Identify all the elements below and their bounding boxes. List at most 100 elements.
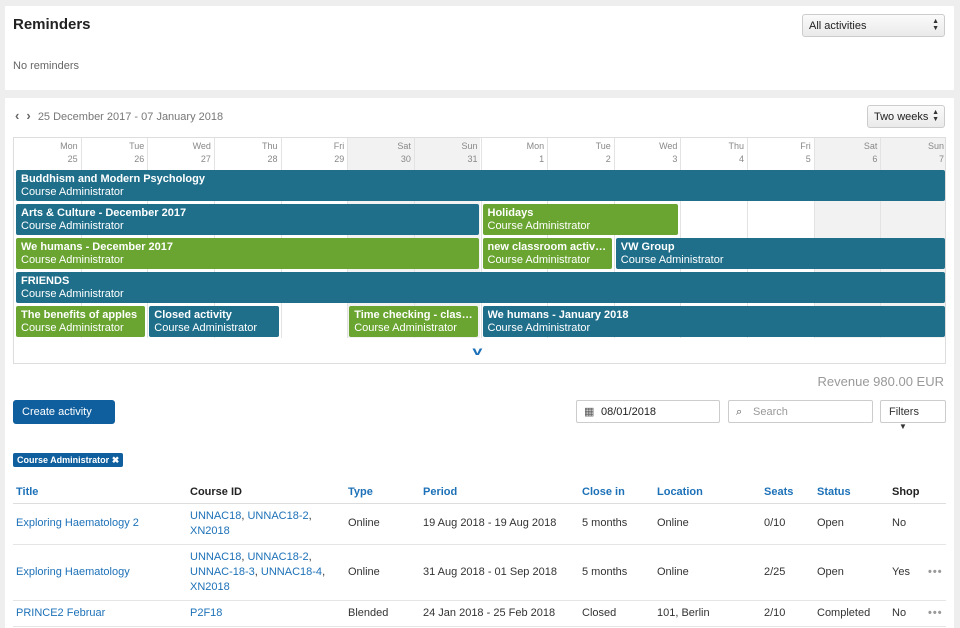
day-number: 4 bbox=[739, 154, 745, 164]
revenue-total: Revenue 980.00 EUR bbox=[817, 374, 944, 389]
activities-table: Title Course ID Type Period Close in Location… bbox=[13, 482, 946, 627]
day-header: Sat 30 bbox=[348, 138, 414, 168]
table-row[interactable]: PRINCE2 Februar P2F18 Blended 24 Jan 2018 -… bbox=[13, 600, 946, 627]
event-role: Course Administrator bbox=[620, 254, 724, 266]
activity-title-link[interactable]: PRINCE2 Februar bbox=[13, 600, 187, 627]
calendar-event[interactable]: We humans - December 2017 Course Administ… bbox=[16, 238, 479, 269]
day-number: 5 bbox=[805, 154, 811, 164]
calendar-event[interactable]: Closed activity Course Administrator bbox=[149, 306, 279, 337]
course-id-link[interactable]: UNNAC18-2 bbox=[247, 551, 308, 563]
course-id-link[interactable]: UNNAC18 bbox=[190, 510, 241, 522]
shop: No bbox=[889, 600, 925, 627]
course-id-link[interactable]: UNNAC-18-3 bbox=[190, 566, 255, 578]
course-id-link[interactable]: XN2018 bbox=[190, 525, 230, 537]
activity-period: 31 Aug 2018 - 01 Sep 2018 bbox=[420, 544, 579, 601]
more-icon[interactable]: ••• bbox=[925, 600, 946, 627]
column-header[interactable]: Type bbox=[345, 482, 420, 504]
search-input[interactable]: ⌕ Search bbox=[728, 400, 873, 423]
course-id-link[interactable]: XN2018 bbox=[190, 581, 230, 593]
event-role: Course Administrator bbox=[354, 322, 457, 334]
event-role: Course Administrator bbox=[21, 186, 124, 198]
day-number: 26 bbox=[134, 154, 145, 164]
day-number: 31 bbox=[467, 154, 478, 164]
activity-type: Blended bbox=[345, 600, 420, 627]
separator: , bbox=[322, 565, 326, 578]
course-ids: UNNAC18, UNNAC18-2, UNNAC-18-3, UNNAC18-… bbox=[187, 544, 345, 601]
column-header[interactable]: Location bbox=[654, 482, 761, 504]
seats: 2/10 bbox=[761, 600, 814, 627]
calendar-event[interactable]: The benefits of apples Course Administrat… bbox=[16, 306, 146, 337]
active-filter-tag[interactable]: Course Administrator ✖ bbox=[13, 453, 124, 467]
calendar-event[interactable]: Arts & Culture - December 2017 Course Adm… bbox=[16, 204, 479, 235]
calendar-event[interactable]: We humans - January 2018 Course Administr… bbox=[482, 306, 945, 337]
activity-period: 19 Aug 2018 - 19 Aug 2018 bbox=[420, 503, 579, 545]
activity-title-link[interactable]: Exploring Haematology 2 bbox=[13, 503, 187, 545]
create-activity-button[interactable]: Create activity ▼ bbox=[13, 400, 115, 431]
search-icon: ⌕ bbox=[736, 406, 743, 418]
course-id-link[interactable]: UNNAC18-2 bbox=[247, 510, 308, 522]
event-title: FRIENDS bbox=[21, 275, 70, 287]
day-header: Mon 1 bbox=[482, 138, 548, 168]
day-header: Thu 4 bbox=[681, 138, 747, 168]
course-id-link[interactable]: UNNAC18 bbox=[190, 551, 241, 563]
search-placeholder: Search bbox=[753, 406, 788, 418]
status: Completed bbox=[814, 600, 889, 627]
date-navigation: ‹ › 25 December 2017 - 07 January 2018 bbox=[15, 108, 223, 123]
course-ids: P2F18 bbox=[187, 600, 345, 627]
calendar-event[interactable]: Time checking - classr... Course Administ… bbox=[349, 306, 479, 337]
event-title: Arts & Culture - December 2017 bbox=[21, 207, 187, 219]
day-number: 30 bbox=[400, 154, 411, 164]
column-header: Course ID bbox=[187, 482, 345, 504]
table-row[interactable]: Exploring Haematology UNNAC18, UNNAC18-2,… bbox=[13, 544, 946, 601]
event-role: Course Administrator bbox=[21, 288, 124, 300]
table-row[interactable]: Exploring Haematology 2 UNNAC18, UNNAC18-… bbox=[13, 503, 946, 545]
date-field[interactable]: ▦ 08/01/2018 bbox=[576, 400, 720, 423]
date-range-label: 25 December 2017 - 07 January 2018 bbox=[37, 111, 224, 123]
event-title: Buddhism and Modern Psychology bbox=[21, 173, 205, 185]
day-number: 2 bbox=[605, 154, 611, 164]
no-reminders-text: No reminders bbox=[13, 60, 80, 72]
day-of-week: Sun bbox=[461, 141, 478, 151]
day-number: 29 bbox=[334, 154, 345, 164]
column-header[interactable]: Period bbox=[420, 482, 579, 504]
more-icon[interactable]: ••• bbox=[925, 544, 946, 601]
column-header[interactable]: Status bbox=[814, 482, 889, 504]
day-header: Fri 5 bbox=[748, 138, 814, 168]
status: Open bbox=[814, 503, 889, 545]
course-id-link[interactable]: P2F18 bbox=[190, 607, 222, 619]
calendar-event[interactable]: Buddhism and Modern Psychology Course Adm… bbox=[16, 170, 945, 201]
calendar-event[interactable]: Holidays Course Administrator bbox=[482, 204, 679, 235]
caret-down-icon: ▼ bbox=[28, 422, 36, 431]
next-period-icon[interactable]: › bbox=[26, 108, 30, 123]
calendar-event[interactable]: VW Group Course Administrator bbox=[615, 238, 945, 269]
activity-filter-select[interactable]: All activities ▲ ▼ bbox=[802, 14, 945, 37]
course-id-link[interactable]: UNNAC18-4 bbox=[261, 566, 322, 578]
day-number: 3 bbox=[672, 154, 678, 164]
period-select[interactable]: Two weeks ▲ ▼ bbox=[867, 105, 945, 128]
event-role: Course Administrator bbox=[487, 322, 591, 334]
shop: No bbox=[889, 503, 925, 545]
day-header: Wed 27 bbox=[148, 138, 214, 168]
calendar-event[interactable]: FRIENDS Course Administrator bbox=[16, 272, 945, 303]
day-of-week: Mon bbox=[60, 141, 78, 151]
activity-title-link[interactable]: Exploring Haematology bbox=[13, 544, 187, 601]
date-field-value: 08/01/2018 bbox=[601, 406, 657, 418]
close-icon[interactable]: ✖ bbox=[112, 455, 120, 465]
day-number: 27 bbox=[200, 154, 211, 164]
chevron-down-icon[interactable]: v bbox=[472, 344, 482, 358]
column-header[interactable]: Title bbox=[13, 482, 187, 504]
shop: Yes bbox=[889, 544, 925, 601]
filters-label: Filters bbox=[889, 406, 919, 418]
filters-button[interactable]: Filters ▼ bbox=[880, 400, 946, 431]
calendar-event[interactable]: new classroom activity Course Administrat… bbox=[482, 238, 612, 269]
day-header: Sat 6 bbox=[815, 138, 881, 168]
prev-period-icon[interactable]: ‹ bbox=[15, 108, 19, 123]
more-icon[interactable] bbox=[925, 503, 946, 545]
day-header: Sun 7 bbox=[881, 138, 945, 168]
activity-location: Online bbox=[654, 503, 761, 545]
column-header[interactable]: Close in bbox=[579, 482, 654, 504]
calendar-grid: Mon 25 Tue 26 Wed 27 Thu 28 Fri 29 Sat 30 Sun 31 Mon 1 T… bbox=[13, 137, 946, 364]
event-role: Course Administrator bbox=[21, 322, 124, 334]
reminders-title: Reminders bbox=[13, 16, 91, 33]
column-header[interactable]: Seats bbox=[761, 482, 814, 504]
